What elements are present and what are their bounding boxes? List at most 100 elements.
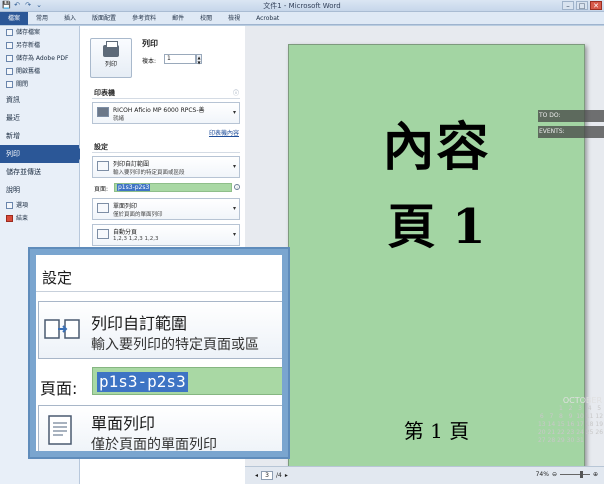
printer-properties-link[interactable]: 印表機內容 xyxy=(209,128,239,137)
print-range-dropdown[interactable]: 列印自訂範圍 輸入要列印的特定頁面或區段 ▾ xyxy=(92,156,240,178)
custom-range-icon xyxy=(44,319,80,339)
todo-widget: TO DO: xyxy=(538,110,604,122)
inset-settings-title: 設定 xyxy=(42,269,73,287)
nav-open[interactable]: 開啟舊檔 xyxy=(0,65,79,78)
status-bar: ◂ 3 /4 ▸ 74% ⊖ ⊕ xyxy=(245,466,604,484)
pages-label: 頁面: xyxy=(94,186,109,193)
tab-insert[interactable]: 插入 xyxy=(56,12,84,25)
calendar-widget: OCTOBER 1 2 3 4 5 6 7 8 9 10 11 12 13 14 15 16 17 18 19 20 2… xyxy=(537,396,604,466)
tab-references[interactable]: 參考資料 xyxy=(124,12,164,25)
dropdown-arrow-icon: ▾ xyxy=(232,109,236,116)
calendar-day: 13 xyxy=(537,421,546,428)
next-page-button[interactable]: ▸ xyxy=(285,472,288,479)
maximize-button[interactable]: □ xyxy=(576,1,588,10)
tab-acrobat[interactable]: Acrobat xyxy=(248,12,287,25)
nav-save[interactable]: 儲存檔案 xyxy=(0,26,79,39)
calendar-day: 31 xyxy=(576,437,584,444)
tab-view[interactable]: 檢視 xyxy=(220,12,248,25)
nav-print[interactable]: 列印 xyxy=(0,145,85,163)
inset-range-title: 列印自訂範圍 xyxy=(91,314,188,333)
close-document-icon xyxy=(6,81,13,88)
zoom-slider-thumb[interactable] xyxy=(579,471,583,478)
print-button-label: 列印 xyxy=(104,61,117,68)
total-pages: /4 xyxy=(276,472,282,479)
sides-dropdown[interactable]: 單面列印 僅於頁面的單面列印 ▾ xyxy=(92,198,240,220)
nav-label: 選項 xyxy=(16,202,29,209)
inset-sides-dropdown[interactable]: 單面列印 僅於頁面的單面列印 xyxy=(38,405,282,451)
nav-label: 儲存檔案 xyxy=(16,29,41,36)
nav-save-pdf[interactable]: 儲存為 Adobe PDF xyxy=(0,52,79,65)
nav-label: 結束 xyxy=(16,215,29,222)
pages-input[interactable]: p1s3-p2s3 xyxy=(114,183,232,192)
nav-save-send[interactable]: 儲存並傳送 xyxy=(0,163,79,181)
calendar-day: 11 xyxy=(585,413,594,420)
calendar-day: 17 xyxy=(576,421,584,428)
calendar-day xyxy=(537,405,547,413)
tab-home[interactable]: 常用 xyxy=(28,12,56,25)
collate-dropdown[interactable]: 自動分頁 1,2,3 1,2,3 1,2,3 ▾ xyxy=(92,224,240,246)
zoom-slider[interactable] xyxy=(559,471,590,478)
copies-spinner[interactable]: ▲ ▼ xyxy=(196,54,202,65)
calendar-day: 12 xyxy=(595,413,604,420)
calendar-day: 14 xyxy=(547,421,556,428)
calendar-grid: 1 2 3 4 5 6 7 8 9 10 11 12 13 14 15 16 17 18 19 20 21 22 23 24 2… xyxy=(537,405,604,445)
nav-label: 關閉 xyxy=(16,81,29,88)
nav-label: 開啟舊檔 xyxy=(16,68,41,75)
calendar-day: 22 xyxy=(557,429,565,436)
nav-options[interactable]: 選項 xyxy=(0,199,79,212)
nav-close[interactable]: 關閉 xyxy=(0,78,79,91)
title-bar: 💾 ↶ ↷ ⌄ 文件1 - Microsoft Word – □ ✕ xyxy=(0,0,604,12)
tab-review[interactable]: 校閱 xyxy=(192,12,220,25)
dropdown-arrow-icon: ▾ xyxy=(232,205,236,212)
printer-dropdown[interactable]: RICOH Aficio MP 6000 RPCS-善 就緒 ▾ xyxy=(92,102,240,124)
window-title: 文件1 - Microsoft Word xyxy=(263,2,341,10)
tab-mailings[interactable]: 郵件 xyxy=(164,12,192,25)
inset-sides-subtitle: 僅於頁面的單面列印 xyxy=(91,437,217,451)
custom-range-icon xyxy=(97,161,109,171)
close-button[interactable]: ✕ xyxy=(590,1,602,10)
zoom-out-button[interactable]: ⊖ xyxy=(552,471,557,478)
pages-value: p1s3-p2s3 xyxy=(117,184,151,191)
calendar-day: 20 xyxy=(537,429,546,436)
calendar-day xyxy=(594,437,604,445)
calendar-day: 30 xyxy=(566,437,575,444)
calendar-day xyxy=(547,405,557,413)
range-title: 列印自訂範圍 xyxy=(113,161,150,168)
exit-icon xyxy=(6,215,13,222)
printer-name: RICOH Aficio MP 6000 RPCS-善 xyxy=(113,107,205,114)
print-heading: 列印 xyxy=(142,39,158,48)
calendar-day: 1 xyxy=(559,405,563,412)
copies-input[interactable]: 1 xyxy=(164,54,196,64)
print-button[interactable]: 列印 xyxy=(90,38,132,78)
nav-label: 儲存為 Adobe PDF xyxy=(16,55,69,62)
divider xyxy=(36,291,282,292)
nav-recent[interactable]: 最近 xyxy=(0,109,79,127)
calendar-day: 18 xyxy=(585,421,594,428)
current-page-input[interactable]: 3 xyxy=(261,471,274,480)
nav-help[interactable]: 說明 xyxy=(0,181,79,199)
sides-title: 單面列印 xyxy=(113,203,138,210)
info-icon[interactable]: i xyxy=(234,184,240,190)
calendar-day: 25 xyxy=(585,429,594,436)
calendar-day: 5 xyxy=(597,405,602,412)
calendar-day: 6 xyxy=(539,413,544,420)
nav-exit[interactable]: 結束 xyxy=(0,212,79,225)
inset-range-dropdown[interactable]: 列印自訂範圍 輸入要列印的特定頁面或區 xyxy=(38,301,282,359)
nav-info[interactable]: 資訊 xyxy=(0,91,79,109)
calendar-day: 21 xyxy=(547,429,556,436)
inset-pages-input[interactable]: p1s3-p2s3 xyxy=(92,367,282,395)
nav-new[interactable]: 新增 xyxy=(0,127,79,145)
zoom-in-button[interactable]: ⊕ xyxy=(593,471,598,478)
prev-page-button[interactable]: ◂ xyxy=(255,472,258,479)
divider xyxy=(92,98,240,99)
nav-save-as[interactable]: 另存新檔 xyxy=(0,39,79,52)
calendar-day xyxy=(585,437,595,445)
nav-label: 另存新檔 xyxy=(16,42,41,49)
tab-file[interactable]: 檔案 xyxy=(0,11,29,25)
calendar-day: 26 xyxy=(595,429,604,436)
calendar-day: 7 xyxy=(549,413,554,420)
collate-title: 自動分頁 xyxy=(113,229,138,236)
printer-info-icon[interactable]: ⓘ xyxy=(233,88,239,97)
minimize-button[interactable]: – xyxy=(562,1,574,10)
tab-page-layout[interactable]: 版面配置 xyxy=(84,12,124,25)
